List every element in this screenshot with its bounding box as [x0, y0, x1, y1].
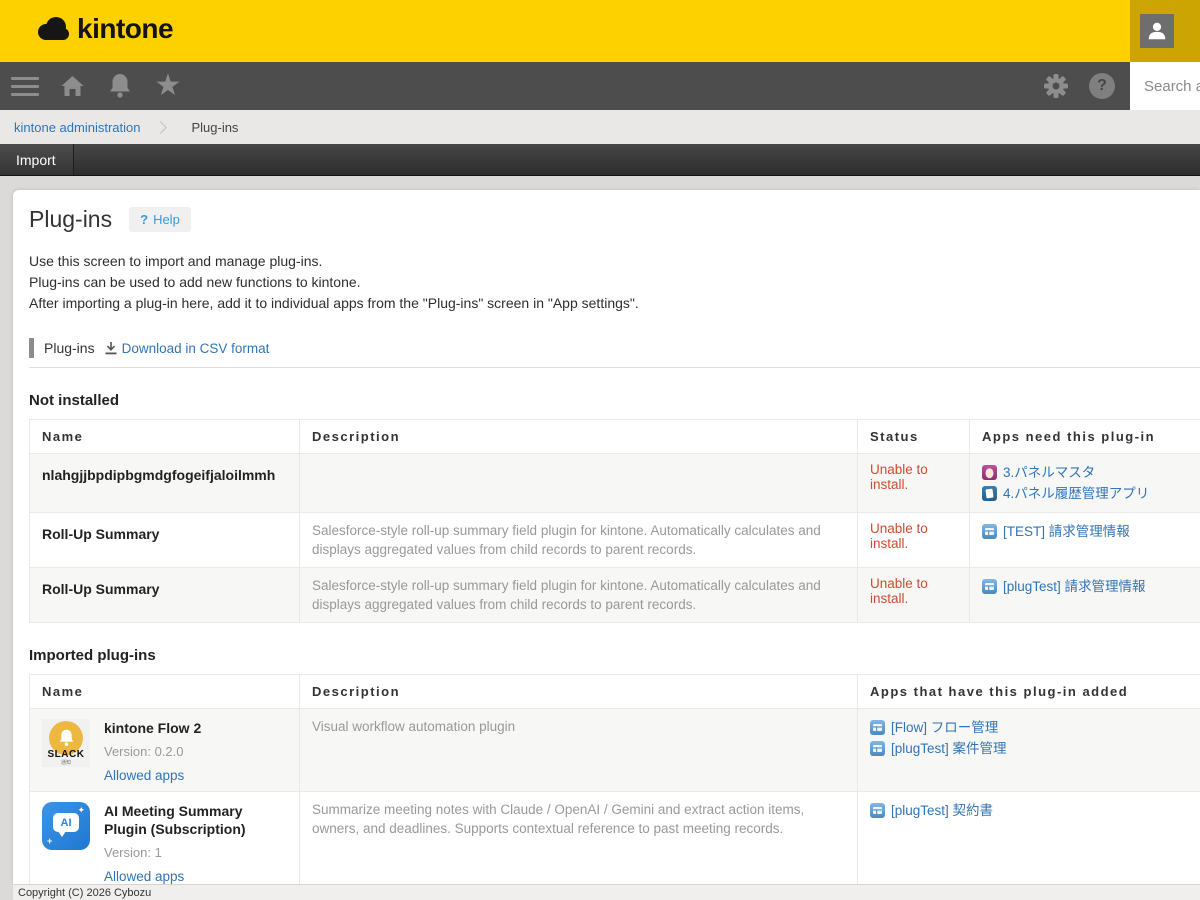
app-book-icon	[982, 486, 997, 501]
download-icon	[105, 342, 117, 355]
speech-bubble-icon: AI	[53, 813, 79, 832]
app-table-icon	[870, 803, 885, 818]
not-installed-table: Name Description Status Apps need this p…	[29, 419, 1200, 623]
status-badge: Unable to install.	[870, 521, 928, 551]
intro-text: Use this screen to import and manage plu…	[29, 251, 1200, 314]
table-row: nlahgjjbpdipbgmdgfogeifjaloilmmh Unable …	[30, 454, 1200, 513]
plugin-name: AI Meeting Summary Plugin (Subscription)	[104, 802, 287, 838]
favorites-star-icon[interactable]: ★	[150, 62, 186, 110]
not-installed-heading: Not installed	[29, 392, 1200, 409]
person-icon	[1146, 20, 1168, 42]
app-link[interactable]: 3.パネルマスタ	[982, 462, 1188, 483]
footer: Copyright (C) 2026 Cybozu	[13, 884, 1200, 900]
ai-meeting-plugin-icon: AI ✦ +	[42, 802, 90, 850]
home-icon[interactable]	[55, 62, 89, 110]
breadcrumb: kintone administration Plug-ins	[0, 110, 1200, 144]
section-label: Plug-ins	[44, 340, 95, 356]
tab-import[interactable]: Import	[0, 144, 74, 175]
account-area	[1130, 0, 1200, 62]
intro-line: Use this screen to import and manage plu…	[29, 251, 1200, 272]
divider	[29, 367, 1200, 368]
status-badge: Unable to install.	[870, 462, 928, 492]
cloud-logo-icon	[36, 16, 70, 43]
app-table-icon	[870, 720, 885, 735]
plugin-name: kintone Flow 2	[104, 719, 201, 737]
app-link[interactable]: [plugTest] 契約書	[870, 800, 1188, 821]
help-button[interactable]: ? Help	[129, 207, 191, 232]
app-link[interactable]: [plugTest] 案件管理	[870, 738, 1188, 759]
page-title: Plug-ins	[29, 206, 112, 233]
download-csv-link[interactable]: Download in CSV format	[105, 341, 270, 356]
settings-gear-icon[interactable]	[1040, 62, 1072, 110]
column-header-description: Description	[300, 675, 858, 709]
kintone-logo[interactable]: kintone	[36, 13, 173, 45]
table-header-row: Name Description Apps that have this plu…	[30, 675, 1200, 709]
column-header-name: Name	[30, 420, 300, 454]
logo-text: kintone	[77, 13, 173, 45]
column-header-name: Name	[30, 675, 300, 709]
help-icon[interactable]: ?	[1086, 62, 1118, 110]
plugins-section-header: Plug-ins Download in CSV format	[29, 338, 1200, 358]
intro-line: After importing a plug-in here, add it t…	[29, 293, 1200, 314]
kintone-flow-plugin-icon: SLACK 通知	[42, 719, 90, 767]
app-link[interactable]: [plugTest] 請求管理情報	[982, 576, 1188, 597]
plugin-description: Salesforce-style roll-up summary field p…	[312, 521, 845, 559]
table-row: Roll-Up Summary Salesforce-style roll-up…	[30, 568, 1200, 623]
app-header: kintone	[0, 0, 1200, 62]
allowed-apps-link[interactable]: Allowed apps	[104, 869, 184, 884]
app-link[interactable]: [Flow] フロー管理	[870, 717, 1188, 738]
breadcrumb-root-link[interactable]: kintone administration	[14, 120, 140, 135]
column-header-status: Status	[858, 420, 970, 454]
imported-table: Name Description Apps that have this plu…	[29, 674, 1200, 884]
hamburger-menu-icon[interactable]	[8, 62, 42, 110]
copyright-text: Copyright (C) 2026 Cybozu	[18, 887, 151, 899]
column-header-apps: Apps need this plug-in	[970, 420, 1200, 454]
plugin-version: Version: 1	[104, 845, 287, 860]
plugin-description: Visual workflow automation plugin	[312, 717, 845, 736]
allowed-apps-link[interactable]: Allowed apps	[104, 768, 184, 783]
plus-sparkle-icon: +	[47, 836, 52, 846]
intro-line: Plug-ins can be used to add new function…	[29, 272, 1200, 293]
search-input[interactable]	[1130, 62, 1200, 110]
plugin-name: nlahgjjbpdipbgmdgfogeifjaloilmmh	[42, 462, 287, 484]
breadcrumb-current: Plug-ins	[191, 120, 238, 135]
status-badge: Unable to install.	[870, 576, 928, 606]
app-table-icon	[982, 524, 997, 539]
app-table-icon	[982, 579, 997, 594]
column-header-description: Description	[300, 420, 858, 454]
tab-bar: Import	[0, 144, 1200, 176]
table-header-row: Name Description Status Apps need this p…	[30, 420, 1200, 454]
table-row: Roll-Up Summary Salesforce-style roll-up…	[30, 513, 1200, 568]
plugin-version: Version: 0.2.0	[104, 744, 201, 759]
table-row: SLACK 通知 kintone Flow 2 Version: 0.2.0 A…	[30, 709, 1200, 792]
imported-heading: Imported plug-ins	[29, 647, 1200, 664]
chevron-right-icon	[155, 121, 168, 134]
app-link[interactable]: 4.パネル履歴管理アプリ	[982, 483, 1188, 504]
main-panel: Plug-ins ? Help Use this screen to impor…	[13, 190, 1200, 884]
app-avatar-icon	[982, 465, 997, 480]
app-table-icon	[870, 741, 885, 756]
plugin-name: Roll-Up Summary	[42, 576, 287, 598]
notifications-bell-icon[interactable]	[103, 62, 137, 110]
table-row: AI ✦ + AI Meeting Summary Plugin (Subscr…	[30, 792, 1200, 885]
user-avatar[interactable]	[1140, 14, 1174, 48]
global-toolbar: ★ ?	[0, 62, 1200, 110]
plugin-description: Summarize meeting notes with Claude / Op…	[312, 800, 845, 838]
sparkle-icon: ✦	[77, 805, 85, 816]
plugin-description: Salesforce-style roll-up summary field p…	[312, 576, 845, 614]
question-icon: ?	[140, 212, 148, 227]
column-header-apps: Apps that have this plug-in added	[858, 675, 1200, 709]
app-link[interactable]: [TEST] 請求管理情報	[982, 521, 1188, 542]
plugin-name: Roll-Up Summary	[42, 521, 287, 543]
